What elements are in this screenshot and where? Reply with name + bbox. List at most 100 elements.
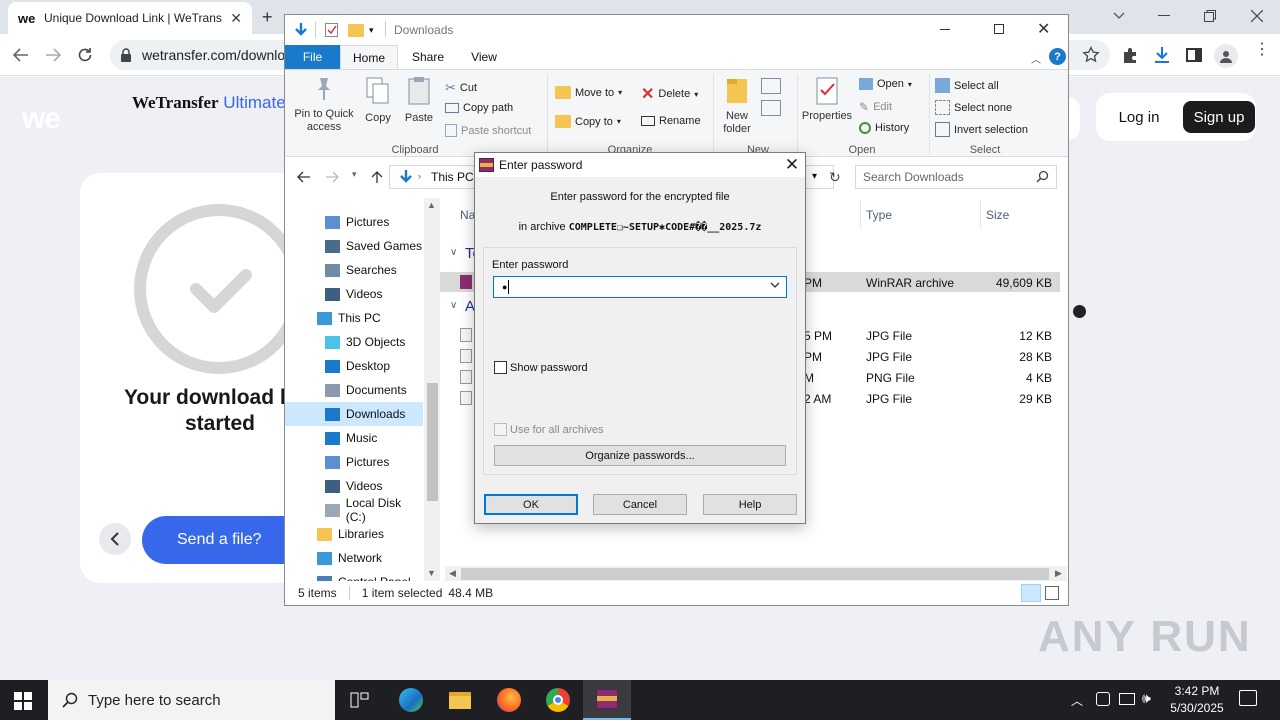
- login-button[interactable]: Log in: [1104, 101, 1174, 133]
- volume-icon[interactable]: 🕪: [1142, 690, 1151, 707]
- h-scroll-thumb[interactable]: [461, 568, 1049, 580]
- maximize-icon[interactable]: [994, 24, 1004, 34]
- nav-scroll-thumb[interactable]: [427, 383, 438, 501]
- ok-button[interactable]: OK: [484, 494, 578, 515]
- minimize-icon[interactable]: [940, 29, 950, 30]
- winrar-taskbar-icon[interactable]: [583, 680, 631, 720]
- show-password-checkbox[interactable]: Show password: [494, 361, 588, 374]
- paste-shortcut-button[interactable]: Paste shortcut: [445, 124, 531, 137]
- dialog-close-icon[interactable]: ✕: [779, 153, 805, 177]
- network-tray-icon[interactable]: [1119, 693, 1135, 705]
- up-icon[interactable]: [371, 170, 383, 184]
- menu-icon[interactable]: ⋮: [1254, 42, 1270, 58]
- select-all-button[interactable]: Select all: [935, 78, 999, 93]
- nav-item[interactable]: Videos: [285, 474, 423, 498]
- edge-icon[interactable]: [387, 680, 435, 720]
- collapse-ribbon-icon[interactable]: ︿: [1031, 51, 1041, 66]
- column-size[interactable]: Size: [986, 208, 1009, 222]
- nav-item[interactable]: Pictures: [285, 210, 423, 234]
- select-none-button[interactable]: Select none: [935, 100, 1012, 115]
- invert-selection-button[interactable]: Invert selection: [935, 122, 1028, 137]
- recent-locations-icon[interactable]: ▾: [352, 169, 357, 180]
- download-icon[interactable]: [1151, 44, 1173, 66]
- properties-qa-icon[interactable]: [325, 23, 338, 37]
- back-icon[interactable]: [297, 171, 311, 183]
- breadcrumb-this-pc[interactable]: This PC: [431, 170, 474, 184]
- taskbar-search-box[interactable]: Type here to search: [48, 680, 335, 720]
- copy-to-button[interactable]: Copy to ▾: [555, 115, 621, 128]
- reload-icon[interactable]: [74, 44, 96, 66]
- details-view-icon[interactable]: [1021, 584, 1041, 602]
- properties-button[interactable]: Properties: [799, 76, 855, 123]
- chevron-down-icon[interactable]: [1108, 5, 1130, 27]
- new-folder-qa-icon[interactable]: [348, 24, 364, 37]
- group-chevron-icon[interactable]: ∨: [450, 247, 457, 258]
- new-item-icon[interactable]: [761, 78, 781, 94]
- copy-path-button[interactable]: Copy path: [445, 102, 513, 114]
- browser-tab[interactable]: we Unique Download Link | WeTransfer ✕: [8, 2, 252, 34]
- tray-security-icon[interactable]: [1096, 692, 1110, 706]
- password-history-dropdown-icon[interactable]: [770, 282, 780, 289]
- close-window-icon[interactable]: [1246, 5, 1268, 27]
- cancel-button[interactable]: Cancel: [593, 494, 687, 515]
- help-icon[interactable]: ?: [1049, 48, 1066, 65]
- signup-button[interactable]: Sign up: [1183, 101, 1255, 133]
- nav-item[interactable]: Saved Games: [285, 234, 423, 258]
- tray-chevron-icon[interactable]: ︿: [1071, 692, 1083, 709]
- profile-icon[interactable]: [1214, 44, 1238, 68]
- extensions-icon[interactable]: [1119, 44, 1141, 66]
- refresh-icon[interactable]: ↻: [829, 169, 841, 186]
- chevron-left-icon[interactable]: [99, 523, 131, 555]
- side-panel-icon[interactable]: [1183, 44, 1205, 66]
- nav-item[interactable]: Desktop: [285, 354, 423, 378]
- help-button[interactable]: Help: [703, 494, 797, 515]
- chrome-icon[interactable]: [534, 680, 582, 720]
- firefox-icon[interactable]: [485, 680, 533, 720]
- move-to-button[interactable]: Move to ▾: [555, 86, 622, 99]
- wetransfer-logo[interactable]: WeTransfer Ultimate: [132, 93, 286, 113]
- nav-item[interactable]: Documents: [285, 378, 423, 402]
- nav-item[interactable]: Downloads: [285, 402, 423, 426]
- taskbar-clock[interactable]: 3:42 PM 5/30/2025: [1160, 683, 1234, 717]
- nav-item[interactable]: Network: [285, 546, 423, 570]
- bookmark-star-icon[interactable]: [1080, 44, 1102, 66]
- delete-button[interactable]: ✕ Delete ▾: [641, 84, 698, 104]
- nav-item[interactable]: Music: [285, 426, 423, 450]
- paste-button[interactable]: Paste: [401, 76, 437, 125]
- large-icons-view-icon[interactable]: [1045, 586, 1059, 600]
- close-icon[interactable]: ✕: [1037, 19, 1050, 39]
- site-info-icon[interactable]: [120, 48, 132, 62]
- password-input[interactable]: ●: [493, 276, 787, 298]
- tab-file[interactable]: File: [285, 45, 340, 69]
- column-type[interactable]: Type: [866, 208, 892, 222]
- search-input[interactable]: Search Downloads: [855, 165, 1057, 189]
- tab-share[interactable]: Share: [398, 45, 458, 69]
- horizontal-scrollbar[interactable]: ◀ ▶: [445, 566, 1067, 582]
- tab-view[interactable]: View: [458, 45, 510, 69]
- close-icon[interactable]: ✕: [230, 10, 242, 27]
- cut-button[interactable]: ✂ Cut: [445, 80, 477, 96]
- forward-icon[interactable]: [42, 44, 64, 66]
- nav-item[interactable]: Searches: [285, 258, 423, 282]
- nav-item[interactable]: Videos: [285, 282, 423, 306]
- use-all-archives-checkbox[interactable]: Use for all archives: [494, 423, 604, 436]
- windows-start-icon[interactable]: [14, 692, 32, 710]
- nav-item[interactable]: Pictures: [285, 450, 423, 474]
- nav-item[interactable]: Libraries: [285, 522, 423, 546]
- address-dropdown-icon[interactable]: ▾: [812, 171, 817, 182]
- tab-home[interactable]: Home: [340, 45, 398, 69]
- history-button[interactable]: History: [859, 122, 909, 134]
- nav-item[interactable]: This PC: [285, 306, 423, 330]
- forward-icon[interactable]: [325, 171, 339, 183]
- file-explorer-taskbar-icon[interactable]: [436, 680, 484, 720]
- notification-icon[interactable]: [1239, 690, 1257, 706]
- wetransfer-we-logo[interactable]: we: [22, 102, 61, 136]
- open-button[interactable]: Open ▾: [859, 78, 912, 90]
- group-chevron-icon[interactable]: ∨: [450, 300, 457, 311]
- nav-item[interactable]: 3D Objects: [285, 330, 423, 354]
- nav-item[interactable]: Local Disk (C:): [285, 496, 423, 524]
- task-view-icon[interactable]: [336, 680, 384, 720]
- new-folder-button[interactable]: New folder: [717, 76, 757, 136]
- new-tab-icon[interactable]: +: [262, 7, 273, 28]
- pin-quick-access-button[interactable]: Pin to Quick access: [289, 76, 359, 134]
